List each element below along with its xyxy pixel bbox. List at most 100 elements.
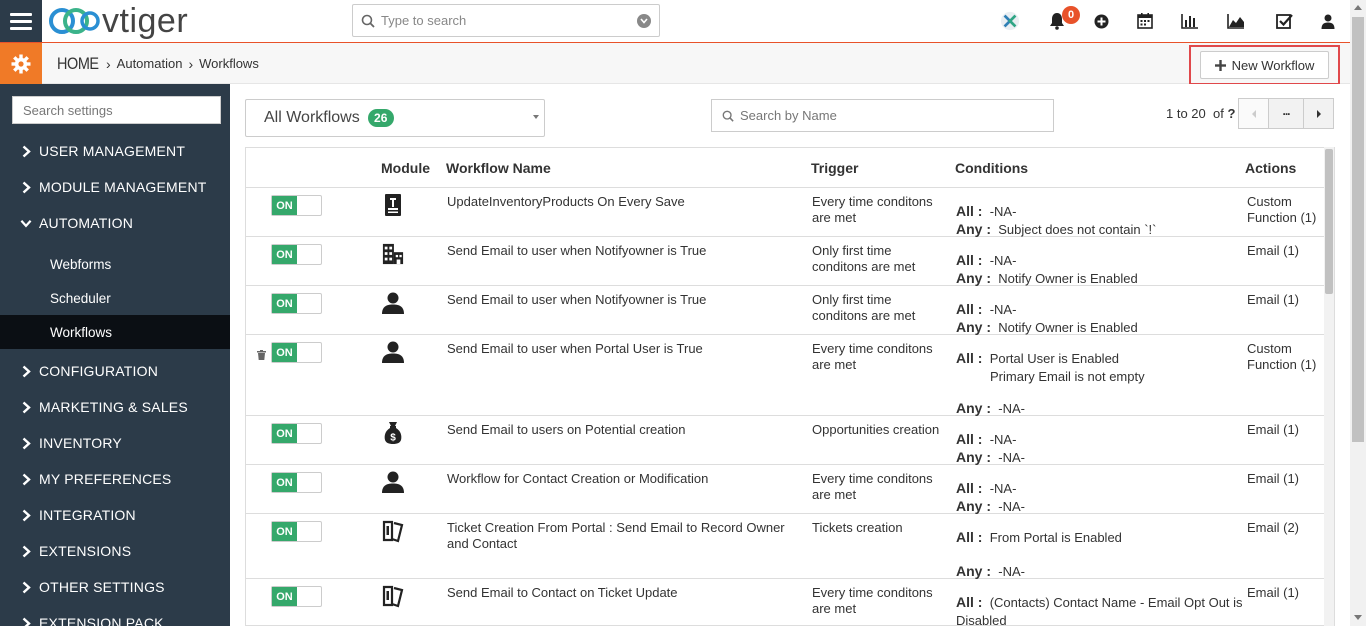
analytics-area-icon[interactable] xyxy=(1226,11,1246,31)
condition-all-label: All : xyxy=(956,594,983,610)
scroll-down-icon[interactable] xyxy=(1354,615,1362,620)
table-row[interactable]: ON Workflow for Contact Creation or Modif… xyxy=(246,465,1334,514)
condition-all-label: All : xyxy=(956,301,983,317)
user-profile-icon[interactable] xyxy=(1318,11,1338,31)
sidebar-section-module-management[interactable]: MODULE MANAGEMENT xyxy=(0,169,230,205)
chevron-right-icon xyxy=(20,545,32,558)
toggle-on-label: ON xyxy=(272,424,297,443)
table-row[interactable]: ON $ Send Email to users on Potential crea… xyxy=(246,416,1334,465)
svg-text:$: $ xyxy=(390,433,396,444)
condition-all: All : -NA- xyxy=(956,202,1246,221)
search-options-icon[interactable] xyxy=(637,13,651,28)
page-scrollbar-thumb[interactable] xyxy=(1352,17,1364,442)
workflow-name[interactable]: UpdateInventoryProducts On Every Save xyxy=(447,194,797,210)
workflow-name[interactable]: Send Email to users on Potential creatio… xyxy=(447,422,797,438)
workflow-trigger: Every time conditons are met xyxy=(812,341,933,372)
calendar-icon[interactable] xyxy=(1135,11,1155,31)
chevron-right-icon xyxy=(20,145,32,158)
workflow-filter-select[interactable]: All Workflows 26 xyxy=(245,99,545,137)
settings-gear-icon[interactable] xyxy=(0,43,42,84)
scroll-up-icon[interactable] xyxy=(1354,5,1362,10)
sidebar-section-inventory[interactable]: INVENTORY xyxy=(0,425,230,461)
table-scrollbar-thumb[interactable] xyxy=(1325,149,1333,294)
table-row[interactable]: ON Send Email to Contact on Ticket Update… xyxy=(246,579,1334,625)
condition-value: Notify Owner is Enabled xyxy=(998,271,1138,286)
toggle-on-label: ON xyxy=(272,587,297,606)
reports-bar-chart-icon[interactable] xyxy=(1180,11,1200,31)
sidebar-section-extension-pack[interactable]: EXTENSION PACK xyxy=(0,605,230,641)
table-row[interactable]: ON Send Email to user when Notifyowner is… xyxy=(246,237,1334,286)
status-toggle[interactable]: ON xyxy=(271,521,322,542)
app-logo[interactable]: vtiger xyxy=(48,2,188,40)
name-search[interactable] xyxy=(711,99,1054,132)
workflow-name[interactable]: Send Email to user when Notifyowner is T… xyxy=(447,292,797,308)
contact-icon xyxy=(382,291,404,315)
table-row[interactable]: ON UpdateInventoryProducts On Every Save E… xyxy=(246,188,1334,237)
workflow-actions: Custom Function (1) xyxy=(1247,341,1317,372)
column-header-actions[interactable]: Actions xyxy=(1245,160,1296,176)
status-toggle[interactable]: ON xyxy=(271,342,322,363)
table-row[interactable]: ON Send Email to user when Notifyowner is… xyxy=(246,286,1334,335)
sidebar-section-my-preferences[interactable]: MY PREFERENCES xyxy=(0,461,230,497)
name-search-input[interactable] xyxy=(740,108,1053,123)
sidebar-item-workflows[interactable]: Workflows xyxy=(0,315,230,349)
contact-icon xyxy=(382,340,404,364)
sidebar-section-marketing-sales[interactable]: MARKETING & SALES xyxy=(0,389,230,425)
workflow-name[interactable]: Send Email to user when Portal User is T… xyxy=(447,341,797,357)
tasks-checkbox-icon[interactable] xyxy=(1274,11,1294,31)
toggle-on-label: ON xyxy=(272,294,297,313)
column-header-module[interactable]: Module xyxy=(381,160,430,176)
page-scrollbar[interactable] xyxy=(1350,0,1366,626)
breadcrumb: HOME › Automation › Workflows xyxy=(57,43,259,84)
next-page-button[interactable] xyxy=(1303,98,1334,129)
breadcrumb-home[interactable]: HOME xyxy=(57,54,99,74)
workflow-name[interactable]: Ticket Creation From Portal : Send Email… xyxy=(447,520,797,552)
table-row[interactable]: ON Ticket Creation From Portal : Send Ema… xyxy=(246,514,1334,579)
sidebar-section-automation[interactable]: AUTOMATION xyxy=(0,205,230,241)
sidebar-section-other-settings[interactable]: OTHER SETTINGS xyxy=(0,569,230,605)
condition-any-label: Any : xyxy=(956,563,991,579)
breadcrumb-automation[interactable]: Automation xyxy=(117,56,183,71)
status-toggle[interactable]: ON xyxy=(271,293,322,314)
column-header-conditions[interactable]: Conditions xyxy=(955,160,1028,176)
global-search-input[interactable] xyxy=(381,13,637,28)
status-toggle[interactable]: ON xyxy=(271,586,322,607)
sidebar-section-configuration[interactable]: CONFIGURATION xyxy=(0,353,230,389)
workflow-name[interactable]: Send Email to user when Notifyowner is T… xyxy=(447,243,797,259)
column-header-workflow-name[interactable]: Workflow Name xyxy=(446,160,551,176)
pager-total[interactable]: ? xyxy=(1227,106,1235,121)
previous-page-button[interactable] xyxy=(1238,98,1269,129)
sidebar-item-webforms[interactable]: Webforms xyxy=(0,247,230,281)
workflow-name[interactable]: Send Email to Contact on Ticket Update xyxy=(447,585,797,601)
sidebar-item-scheduler[interactable]: Scheduler xyxy=(0,281,230,315)
sidebar-section-extensions[interactable]: EXTENSIONS xyxy=(0,533,230,569)
add-circle-icon[interactable] xyxy=(1091,11,1111,31)
vtiger-x-icon[interactable] xyxy=(1000,11,1020,31)
sidebar-section-label: MODULE MANAGEMENT xyxy=(39,179,207,195)
column-header-trigger[interactable]: Trigger xyxy=(811,160,858,176)
sidebar-section-label: EXTENSIONS xyxy=(39,543,132,559)
new-workflow-button[interactable]: New Workflow xyxy=(1200,51,1329,79)
status-toggle[interactable]: ON xyxy=(271,244,322,265)
condition-any-label: Any : xyxy=(956,221,991,237)
condition-value: -NA- xyxy=(989,432,1017,447)
chevron-right-icon xyxy=(20,437,32,450)
workflow-trigger: Only first time conditons are met xyxy=(812,243,916,274)
sidebar-section-integration[interactable]: INTEGRATION xyxy=(0,497,230,533)
global-search[interactable] xyxy=(352,4,660,37)
workflow-actions: Custom Function (1) xyxy=(1247,194,1317,225)
chevron-right-icon xyxy=(20,473,32,486)
status-toggle[interactable]: ON xyxy=(271,423,322,444)
menu-icon[interactable] xyxy=(0,0,42,42)
table-row[interactable]: ON Send Email to user when Portal User is… xyxy=(246,335,1334,416)
workflow-name[interactable]: Workflow for Contact Creation or Modific… xyxy=(447,471,797,487)
condition-any-label: Any : xyxy=(956,319,991,335)
table-scrollbar[interactable] xyxy=(1324,147,1334,626)
status-toggle[interactable]: ON xyxy=(271,195,322,216)
status-toggle[interactable]: ON xyxy=(271,472,322,493)
workflow-actions: Email (1) xyxy=(1247,585,1300,600)
sidebar-section-user-management[interactable]: USER MANAGEMENT xyxy=(0,133,230,169)
settings-search-input[interactable] xyxy=(12,96,221,124)
more-pages-button[interactable]: ... xyxy=(1268,98,1304,129)
trash-icon[interactable] xyxy=(257,348,266,363)
